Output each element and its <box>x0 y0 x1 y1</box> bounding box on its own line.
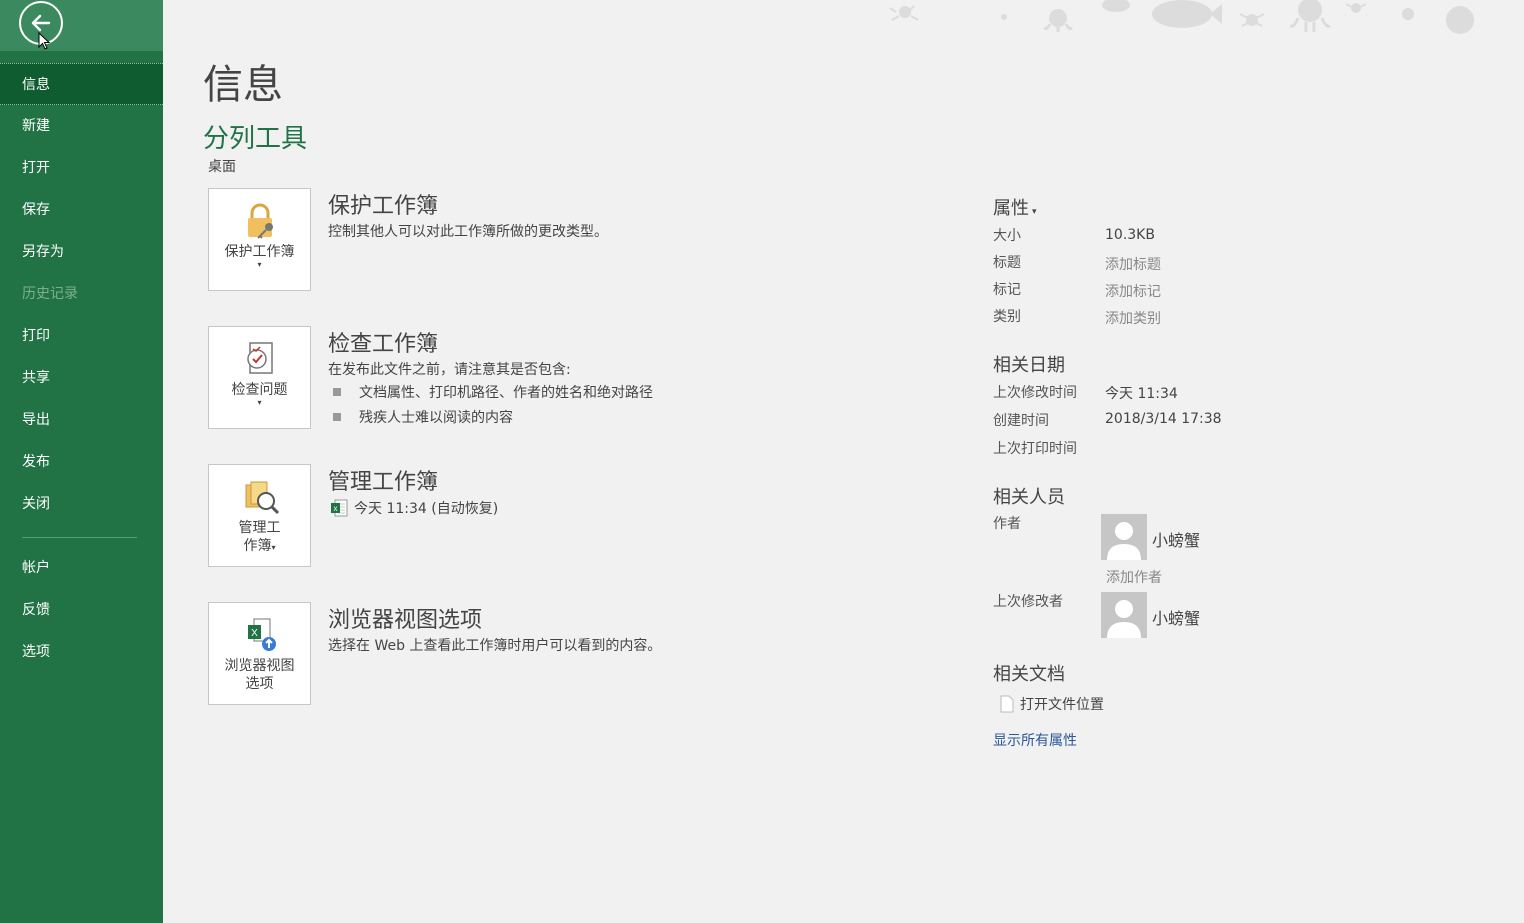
nav-history: 历史记录 <box>22 286 78 302</box>
document-icon <box>1000 695 1014 713</box>
related-documents-header: 相关文档 <box>993 664 1065 685</box>
nav-share[interactable]: 共享 <box>0 357 163 399</box>
inspect-bullet-text: 文档属性、打印机路径、作者的姓名和绝对路径 <box>359 385 653 401</box>
manage-workbook-tile-label-text: 作簿 <box>243 538 272 554</box>
protect-workbook-tile-label: 保护工作簿 <box>224 244 295 260</box>
nav-save-as[interactable]: 另存为 <box>0 231 163 273</box>
svg-text:x: x <box>334 504 338 513</box>
backstage-sidebar: 信息 新建 打开 保存 另存为 历史记录 打印 共享 导出 发布 关闭 帐户 反… <box>0 0 163 923</box>
inspect-bullet-text: 残疾人士难以阅读的内容 <box>359 410 513 426</box>
dropdown-caret-icon: ▾ <box>271 543 276 552</box>
nav-new[interactable]: 新建 <box>0 105 163 147</box>
nav-options[interactable]: 选项 <box>0 631 163 673</box>
last-modified-value: 今天 11:34 <box>1105 386 1178 402</box>
protect-workbook-title: 保护工作簿 <box>328 194 439 219</box>
check-for-issues-tile-label: 检查问题 <box>231 382 288 398</box>
browser-view-tile-label: 浏览器视图 选项 <box>225 657 295 693</box>
mouse-cursor-icon <box>38 32 50 50</box>
browser-view-description: 选择在 Web 上查看此工作簿时用户可以看到的内容。 <box>328 638 662 654</box>
lock-key-icon <box>247 203 273 239</box>
browser-view-tile-label-line2: 选项 <box>245 676 274 692</box>
last-modified-by-name[interactable]: 小螃蟹 <box>1152 605 1200 629</box>
bullet-square-icon <box>333 413 341 421</box>
inspect-workbook-title: 检查工作簿 <box>328 332 439 357</box>
nav-divider <box>22 537 137 538</box>
last-modified-label: 上次修改时间 <box>993 385 1077 401</box>
page-title: 信息 <box>203 62 283 108</box>
dropdown-caret-icon: ▾ <box>1032 207 1037 217</box>
open-file-location-button[interactable]: 打开文件位置 <box>1000 694 1104 714</box>
nav-save[interactable]: 保存 <box>0 189 163 231</box>
related-people-header: 相关人员 <box>993 487 1065 508</box>
last-modified-by-label: 上次修改者 <box>993 594 1063 610</box>
bullet-square-icon <box>333 388 341 396</box>
author-label: 作者 <box>993 516 1021 532</box>
person-icon <box>1107 600 1141 638</box>
related-dates-header: 相关日期 <box>993 355 1065 376</box>
add-author-link[interactable]: 添加作者 <box>1106 567 1162 587</box>
file-name: 分列工具 <box>203 124 308 154</box>
created-label: 创建时间 <box>993 413 1049 429</box>
nav-publish[interactable]: 发布 <box>0 441 163 483</box>
nav-account[interactable]: 帐户 <box>0 547 163 589</box>
autorecover-version-item[interactable]: x 今天 11:34 (自动恢复) <box>330 498 498 518</box>
nav-open[interactable]: 打开 <box>0 147 163 189</box>
last-modified-by-avatar[interactable] <box>1101 592 1147 638</box>
protect-workbook-button[interactable]: 保护工作簿 ▾ <box>208 188 311 291</box>
inspect-workbook-description: 在发布此文件之前，请注意其是否包含: <box>328 362 571 378</box>
size-value: 10.3KB <box>1105 227 1155 243</box>
inspect-bullet-item: 文档属性、打印机路径、作者的姓名和绝对路径 <box>333 382 653 402</box>
sea-creatures-decoration <box>889 0 1474 34</box>
author-avatar[interactable] <box>1101 514 1147 560</box>
manage-workbook-button[interactable]: 管理工 作簿▾ <box>208 464 311 567</box>
show-all-properties-link[interactable]: 显示所有属性 <box>993 730 1077 750</box>
category-label: 类别 <box>993 309 1021 325</box>
manage-workbook-tile-label: 管理工 作簿▾ <box>239 519 281 557</box>
inspect-bullet-item: 残疾人士难以阅读的内容 <box>333 407 513 427</box>
manage-workbook-tile-label-line2: 作簿▾ <box>239 537 281 557</box>
browser-view-icon: X <box>247 618 276 651</box>
manage-workbook-icon <box>245 481 279 515</box>
created-value: 2018/3/14 17:38 <box>1105 411 1222 427</box>
svg-text:X: X <box>251 628 258 639</box>
add-category-field[interactable]: 添加类别 <box>1105 308 1161 328</box>
title-label: 标题 <box>993 255 1021 271</box>
dropdown-caret-icon: ▾ <box>257 260 262 269</box>
size-label: 大小 <box>993 228 1021 244</box>
file-location[interactable]: 桌面 <box>208 156 236 176</box>
check-for-issues-button[interactable]: 检查问题 ▾ <box>208 326 311 429</box>
tags-label: 标记 <box>993 282 1021 298</box>
manage-workbook-tile-label-line1: 管理工 <box>238 520 281 536</box>
manage-workbook-title: 管理工作簿 <box>328 470 439 495</box>
nav-close[interactable]: 关闭 <box>0 483 163 525</box>
nav-export[interactable]: 导出 <box>0 399 163 441</box>
add-tags-field[interactable]: 添加标记 <box>1105 281 1161 301</box>
backstage-nav: 信息 新建 打开 保存 另存为 历史记录 打印 共享 导出 发布 关闭 帐户 反… <box>0 63 163 673</box>
dropdown-caret-icon: ▾ <box>257 398 262 407</box>
inspect-document-icon <box>246 342 273 374</box>
properties-header-text: 属性 <box>993 198 1029 219</box>
nav-info[interactable]: 信息 <box>0 63 163 105</box>
properties-header[interactable]: 属性 ▾ <box>993 194 1037 220</box>
excel-file-icon: x <box>331 499 348 517</box>
author-name[interactable]: 小螃蟹 <box>1152 527 1200 551</box>
back-area <box>0 0 163 51</box>
browser-view-title: 浏览器视图选项 <box>328 608 483 633</box>
autorecover-version-text: 今天 11:34 (自动恢复) <box>354 501 499 517</box>
browser-view-tile-label-line1: 浏览器视图 <box>224 658 295 674</box>
person-icon <box>1107 522 1141 560</box>
add-title-field[interactable]: 添加标题 <box>1105 254 1161 274</box>
protect-workbook-description: 控制其他人可以对此工作簿所做的更改类型。 <box>328 224 608 240</box>
browser-view-options-button[interactable]: X 浏览器视图 选项 <box>208 602 311 705</box>
last-printed-label: 上次打印时间 <box>993 441 1077 457</box>
nav-print[interactable]: 打印 <box>0 315 163 357</box>
nav-feedback[interactable]: 反馈 <box>0 589 163 631</box>
open-file-location-text: 打开文件位置 <box>1020 697 1104 713</box>
